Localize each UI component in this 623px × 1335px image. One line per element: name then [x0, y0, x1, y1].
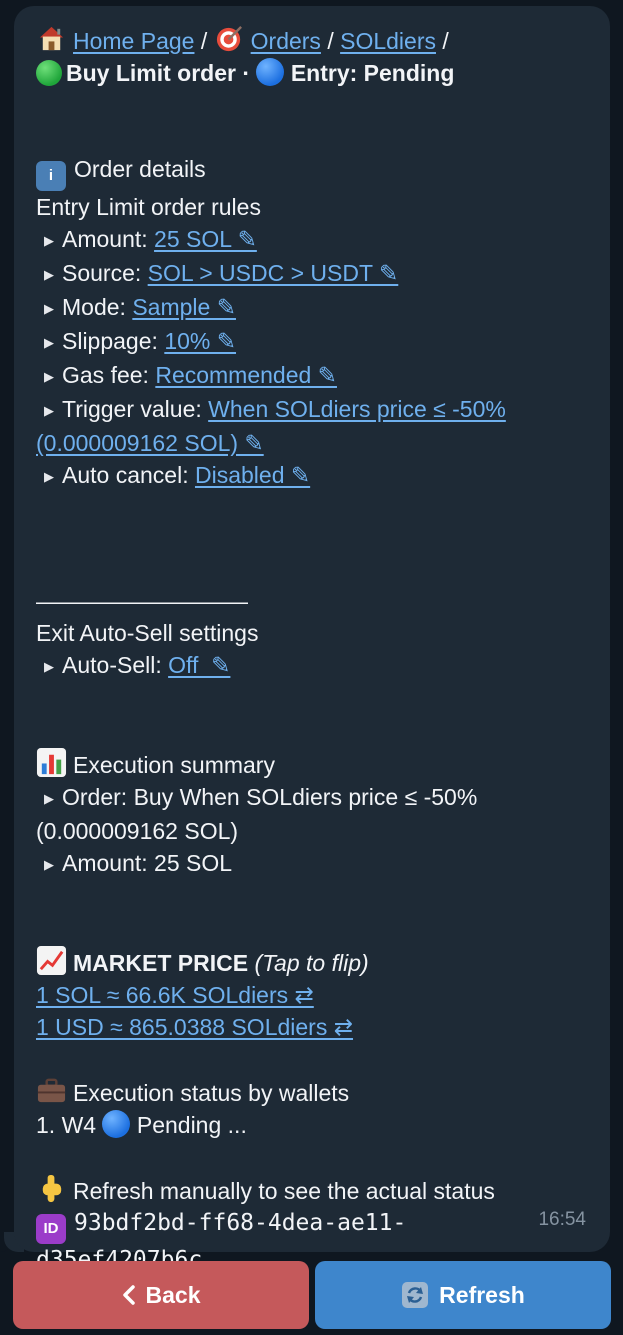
- gas-fee-edit-link[interactable]: Recommended ✎: [155, 362, 337, 388]
- order-id-text: 93bdf2bd-ff68-4dea-ae11-: [74, 1210, 407, 1236]
- summary-amount-text: Amount: 25 SOL: [62, 850, 233, 876]
- auto-sell-row: ▶ Auto-Sell: Off ✎: [36, 649, 588, 683]
- bullet-triangle-icon: ▶: [44, 267, 54, 282]
- entry-status: Entry: Pending: [290, 60, 455, 86]
- rate-usd-flip-link[interactable]: 1 USD ≈ 865.0388 SOLdiers ⇄: [36, 1014, 353, 1040]
- target-icon: [216, 26, 242, 52]
- house-icon: [39, 26, 64, 51]
- mode-row: ▶ Mode: Sample ✎: [36, 291, 588, 325]
- gas-fee-row: ▶ Gas fee: Recommended ✎: [36, 359, 588, 393]
- breadcrumb-separator: /: [442, 28, 449, 54]
- trigger-edit-link[interactable]: When SOLdiers price ≤ -50%: [208, 396, 506, 422]
- bullet-triangle-icon: ▶: [44, 659, 54, 674]
- refresh-button[interactable]: Refresh: [315, 1261, 611, 1329]
- breadcrumb-home-link[interactable]: Home Page: [73, 28, 194, 54]
- chevron-left-icon: [122, 1285, 136, 1305]
- rate-sol-row: 1 SOL ≈ 66.6K SOLdiers ⇄: [36, 979, 588, 1011]
- breadcrumb-token-link[interactable]: SOLdiers: [340, 28, 436, 54]
- refresh-button-label: Refresh: [439, 1281, 525, 1308]
- market-price-title: MARKET PRICE (Tap to flip): [36, 945, 588, 979]
- blue-circle-icon: [256, 58, 285, 86]
- breadcrumb: Home Page / Orders / SOLdiers /: [36, 23, 588, 57]
- briefcase-icon: [37, 1078, 66, 1103]
- trigger-label: Trigger value:: [62, 396, 202, 422]
- auto-cancel-row: ▶ Auto cancel: Disabled ✎: [36, 459, 588, 493]
- auto-cancel-edit-link[interactable]: Disabled ✎: [195, 462, 310, 488]
- bullet-triangle-icon: ▶: [44, 469, 54, 484]
- header-dot-separator: ·: [242, 60, 251, 86]
- section-divider: ——————————: [36, 588, 248, 614]
- entry-rules-title: Entry Limit order rules: [36, 194, 261, 220]
- message-timestamp: 16:54: [538, 1209, 586, 1230]
- amount-label: Amount:: [62, 226, 148, 252]
- wallet-status-text: Pending ...: [136, 1112, 247, 1138]
- bullet-triangle-icon: ▶: [44, 335, 54, 350]
- source-edit-link[interactable]: SOL > USDC > USDT ✎: [148, 260, 399, 286]
- summary-order-row: ▶ Order: Buy When SOLdiers price ≤ -50%: [36, 781, 588, 815]
- wallet-status-item: 1. W4 Pending ...: [36, 1109, 588, 1141]
- gas-fee-label: Gas fee:: [62, 362, 149, 388]
- slippage-edit-link[interactable]: 10% ✎: [164, 328, 236, 354]
- bullet-triangle-icon: ▶: [44, 403, 54, 418]
- id-icon: ID: [36, 1214, 66, 1244]
- order-type: Buy Limit order: [66, 60, 236, 86]
- execution-summary-title: Execution summary: [36, 747, 588, 781]
- auto-cancel-label: Auto cancel:: [62, 462, 189, 488]
- blue-circle-icon: [102, 1110, 131, 1138]
- auto-sell-label: Auto-Sell:: [62, 652, 162, 678]
- source-label: Source:: [62, 260, 142, 286]
- bullet-triangle-icon: ▶: [44, 369, 54, 384]
- bar-chart-icon: [36, 747, 67, 778]
- mode-label: Mode:: [62, 294, 126, 320]
- bullet-triangle-icon: ▶: [44, 301, 54, 316]
- summary-amount-row: ▶ Amount: 25 SOL: [36, 847, 588, 881]
- refresh-icon: [401, 1281, 429, 1309]
- trigger-edit-link-cont[interactable]: (0.000009162 SOL) ✎: [36, 430, 264, 456]
- back-button-label: Back: [145, 1281, 201, 1308]
- chart-increasing-icon: [36, 945, 67, 976]
- exit-settings-title: Exit Auto-Sell settings: [36, 620, 259, 646]
- bullet-triangle-icon: ▶: [44, 791, 54, 806]
- order-header: Buy Limit order · Entry: Pending: [36, 57, 588, 89]
- rate-sol-flip-link[interactable]: 1 SOL ≈ 66.6K SOLdiers ⇄: [36, 982, 314, 1008]
- auto-sell-edit-link[interactable]: Off ✎: [168, 652, 230, 678]
- rate-usd-row: 1 USD ≈ 865.0388 SOLdiers ⇄: [36, 1011, 588, 1043]
- breadcrumb-separator: /: [327, 28, 334, 54]
- wallet-name: 1. W4: [36, 1112, 97, 1138]
- breadcrumb-orders-link[interactable]: Orders: [251, 28, 321, 54]
- pointing-down-icon: [42, 1174, 62, 1203]
- trigger-row: ▶ Trigger value: When SOLdiers price ≤ -5…: [36, 393, 588, 427]
- back-button[interactable]: Back: [13, 1261, 309, 1329]
- amount-edit-link[interactable]: 25 SOL ✎: [154, 226, 257, 252]
- slippage-row: ▶ Slippage: 10% ✎: [36, 325, 588, 359]
- refresh-note: Refresh manually to see the actual statu…: [36, 1173, 588, 1207]
- bullet-triangle-icon: ▶: [44, 233, 54, 248]
- market-price-hint: (Tap to flip): [254, 950, 369, 976]
- mode-edit-link[interactable]: Sample ✎: [132, 294, 236, 320]
- wallet-status-title: Execution status by wallets: [36, 1075, 588, 1109]
- message-bubble: Home Page / Orders / SOLdiers / Buy Limi…: [14, 6, 610, 1273]
- summary-order-row-cont: (0.000009162 SOL): [36, 818, 239, 844]
- order-details-title: i Order details: [36, 153, 588, 191]
- source-row: ▶ Source: SOL > USDC > USDT ✎: [36, 257, 588, 291]
- summary-order-text: Order: Buy When SOLdiers price ≤ -50%: [62, 784, 478, 810]
- amount-row: ▶ Amount: 25 SOL ✎: [36, 223, 588, 257]
- slippage-label: Slippage:: [62, 328, 158, 354]
- info-icon: i: [36, 161, 66, 191]
- green-circle-icon: [36, 60, 62, 86]
- bullet-triangle-icon: ▶: [44, 857, 54, 872]
- order-id-row: ID 93bdf2bd-ff68-4dea-ae11-: [36, 1207, 588, 1244]
- breadcrumb-separator: /: [200, 28, 208, 54]
- trigger-row-cont: (0.000009162 SOL) ✎: [36, 427, 588, 459]
- market-price-label: MARKET PRICE: [73, 950, 249, 976]
